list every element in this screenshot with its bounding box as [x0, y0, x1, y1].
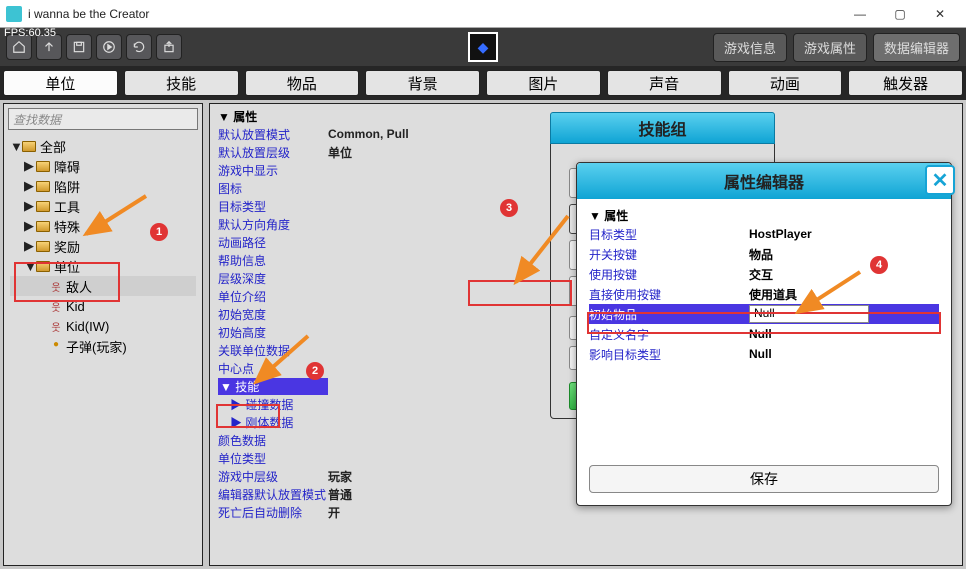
search-input[interactable]: 查找数据	[8, 108, 198, 130]
cat-tab-skill[interactable]: 技能	[124, 70, 239, 96]
folder-icon	[36, 201, 50, 212]
export-icon[interactable]	[156, 34, 182, 60]
editor-close-button[interactable]: ✕	[925, 165, 955, 195]
cat-tab-anim[interactable]: 动画	[728, 70, 843, 96]
category-tabs: 单位 技能 物品 背景 图片 声音 动画 触发器	[0, 66, 966, 100]
tree-item-kidiw[interactable]: 웃Kid(IW)	[10, 316, 196, 336]
cat-tab-item[interactable]: 物品	[245, 70, 360, 96]
property-editor-panel: 属性编辑器 ✕ ▼ 属性 目标类型HostPlayer 开关按键物品 使用按键交…	[576, 162, 952, 506]
sprite-icon: 웃	[50, 279, 62, 293]
folder-icon	[22, 141, 36, 152]
tree-folder[interactable]: ▶特殊	[10, 216, 196, 236]
cat-tab-bg[interactable]: 背景	[365, 70, 480, 96]
cat-tab-image[interactable]: 图片	[486, 70, 601, 96]
editor-props-header: ▼ 属性	[589, 207, 939, 224]
tab-data-editor[interactable]: 数据编辑器	[873, 33, 960, 62]
fps-counter: FPS:60.35	[4, 27, 56, 39]
window-title: i wanna be the Creator	[28, 7, 840, 21]
tree-item-bullet[interactable]: ●子弹(玩家)	[10, 336, 196, 356]
editor-row-selected[interactable]: 初始物品Null	[589, 304, 939, 324]
tree-item-kid[interactable]: 웃Kid	[10, 296, 196, 316]
maximize-button[interactable]: ▢	[880, 2, 920, 26]
tree-folder[interactable]: ▶奖励	[10, 236, 196, 256]
tree-folder[interactable]: ▶工具	[10, 196, 196, 216]
minimize-button[interactable]: —	[840, 2, 880, 26]
folder-icon	[36, 241, 50, 252]
tab-game-info[interactable]: 游戏信息	[713, 33, 787, 62]
folder-icon	[36, 181, 50, 192]
window-titlebar: i wanna be the Creator — ▢ ✕	[0, 0, 966, 28]
cat-tab-sound[interactable]: 声音	[607, 70, 722, 96]
left-panel: 查找数据 ▼全部 ▶障碍 ▶陷阱 ▶工具 ▶特殊 ▶奖励 ▼单位 웃敌人 웃Ki…	[3, 103, 203, 566]
tab-game-props[interactable]: 游戏属性	[793, 33, 867, 62]
data-tree: ▼全部 ▶障碍 ▶陷阱 ▶工具 ▶特殊 ▶奖励 ▼单位 웃敌人 웃Kid 웃Ki…	[4, 134, 202, 358]
app-icon	[6, 6, 22, 22]
editor-title: 属性编辑器 ✕	[577, 163, 951, 199]
folder-icon	[36, 221, 50, 232]
tree-folder-unit[interactable]: ▼单位	[10, 256, 196, 276]
refresh-icon[interactable]	[126, 34, 152, 60]
play-icon[interactable]	[96, 34, 122, 60]
folder-icon	[36, 261, 50, 272]
cat-tab-trigger[interactable]: 触发器	[848, 70, 963, 96]
close-button[interactable]: ✕	[920, 2, 960, 26]
tree-item-enemy[interactable]: 웃敌人	[10, 276, 196, 296]
sprite-icon: 웃	[50, 299, 62, 313]
sprite-icon: ●	[50, 339, 62, 353]
initial-item-input[interactable]: Null	[749, 305, 869, 323]
skill-panel-title: 技能组	[550, 112, 775, 144]
save-icon[interactable]	[66, 34, 92, 60]
toolbar: FPS:60.35 ◆ 游戏信息 游戏属性 数据编辑器	[0, 28, 966, 66]
tree-folder[interactable]: ▶障碍	[10, 156, 196, 176]
tree-root[interactable]: ▼全部	[10, 136, 196, 156]
center-gem-icon[interactable]: ◆	[468, 32, 498, 62]
folder-icon	[36, 161, 50, 172]
tree-folder[interactable]: ▶陷阱	[10, 176, 196, 196]
cat-tab-unit[interactable]: 单位	[3, 70, 118, 96]
save-button[interactable]: 保存	[589, 465, 939, 493]
sprite-icon: 웃	[50, 319, 62, 333]
